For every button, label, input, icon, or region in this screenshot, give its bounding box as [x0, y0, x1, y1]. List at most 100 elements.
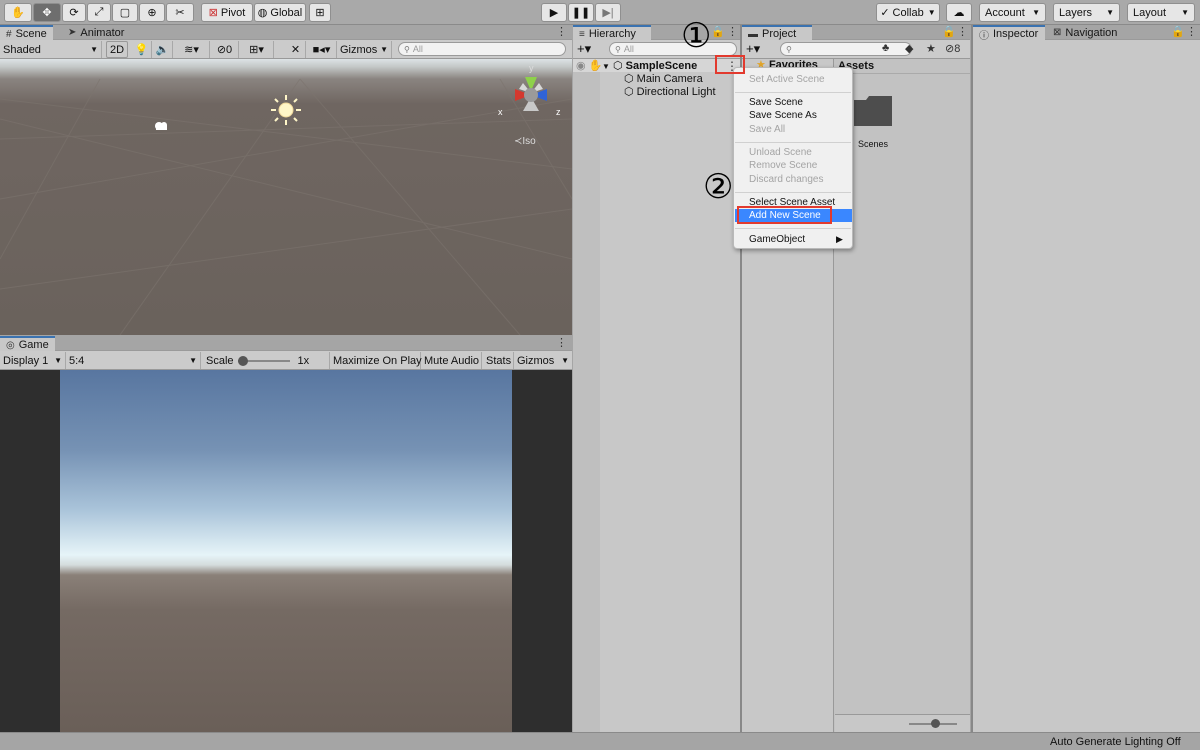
- filter-type-icon[interactable]: ♣: [882, 42, 889, 54]
- mute-audio-toggle[interactable]: Mute Audio: [421, 352, 482, 369]
- grid-toggle-icon[interactable]: ⊞▾: [240, 41, 274, 58]
- aspect-dropdown[interactable]: 5:4 ▼: [66, 352, 201, 369]
- audio-icon[interactable]: 🔈: [153, 41, 173, 58]
- tab-hierarchy[interactable]: ≡ Hierarchy: [573, 25, 651, 41]
- hierarchy-item-directional-light[interactable]: ⬡ Directional Light: [624, 85, 716, 98]
- stats-toggle[interactable]: Stats: [483, 352, 514, 369]
- scale-slider-track[interactable]: [237, 355, 290, 366]
- globe-icon: ◍: [257, 7, 268, 19]
- lighting-icon[interactable]: 💡: [132, 41, 152, 58]
- cloud-button[interactable]: ☁: [946, 3, 972, 22]
- menu-item-gameobject[interactable]: GameObject: [749, 234, 805, 245]
- navigation-icon: ⊠: [1053, 27, 1062, 38]
- game-gizmos-dropdown[interactable]: Gizmos ▼: [514, 352, 572, 369]
- scenes-folder[interactable]: [852, 94, 894, 128]
- account-dropdown[interactable]: Account ▼: [979, 3, 1046, 22]
- display-dropdown[interactable]: Display 1 ▼: [0, 352, 66, 369]
- check-icon: ✓: [880, 7, 890, 19]
- game-viewport[interactable]: [0, 370, 572, 732]
- more-options-icon[interactable]: ⋮: [957, 25, 968, 38]
- global-button[interactable]: ◍ Global: [254, 3, 306, 22]
- search-icon: ⚲: [404, 44, 410, 54]
- status-message: Auto Generate Lighting Off: [1050, 736, 1181, 748]
- play-button[interactable]: ▶: [541, 3, 567, 22]
- collab-button[interactable]: ✓ Collab ▼: [876, 3, 940, 22]
- menu-item-save-all[interactable]: Save All: [749, 124, 785, 135]
- annotation-step-2: ②: [703, 167, 734, 207]
- project-search-input[interactable]: ⚲: [780, 42, 912, 56]
- tab-navigation[interactable]: ⊠ Navigation: [1047, 25, 1123, 40]
- info-icon: ⓘ: [979, 30, 989, 42]
- hierarchy-item-main-camera[interactable]: ⬡ Main Camera: [624, 72, 703, 85]
- tab-scene[interactable]: # Scene: [0, 25, 53, 41]
- tab-project[interactable]: ▬ Project: [742, 25, 812, 41]
- scale-tool-icon[interactable]: ⤢: [87, 3, 111, 22]
- maximize-on-play-toggle[interactable]: Maximize On Play: [330, 352, 422, 369]
- filter-label-icon[interactable]: ◆: [905, 42, 913, 55]
- cloud-icon: ☁: [953, 7, 965, 19]
- transform-tool-icon[interactable]: ⊕: [139, 3, 165, 22]
- tab-animator[interactable]: ➤ Animator: [62, 25, 130, 40]
- add-icon[interactable]: +▾: [746, 41, 760, 57]
- scene-viewport[interactable]: y x z ≺Iso: [0, 59, 572, 335]
- more-options-icon[interactable]: ⋮: [1186, 25, 1197, 38]
- game-tab-bar: ◎ Game ⋮: [0, 336, 572, 352]
- 2d-toggle[interactable]: 2D: [106, 41, 128, 58]
- global-label: Global: [270, 6, 303, 19]
- rotate-tool-icon[interactable]: ⟳: [62, 3, 86, 22]
- scene-visibility-toggle[interactable]: ⊘ 0: [211, 41, 239, 58]
- scene-search-input[interactable]: ⚲ All: [398, 42, 566, 56]
- camera-icon[interactable]: ■◂▾: [307, 41, 337, 58]
- layout-dropdown[interactable]: Layout ▼: [1127, 3, 1195, 22]
- submenu-arrow-icon: ▶: [836, 234, 843, 244]
- gizmos-dropdown[interactable]: Gizmos ▼: [337, 41, 392, 58]
- effects-icon[interactable]: ≋▾: [174, 41, 210, 58]
- scale-slider[interactable]: Scale 1x: [203, 352, 330, 369]
- more-options-icon[interactable]: ⋮: [556, 25, 567, 38]
- menu-item-save-scene-as[interactable]: Save Scene As: [749, 110, 817, 121]
- lock-icon[interactable]: 🔒: [942, 25, 956, 38]
- favorite-icon[interactable]: ★: [926, 42, 936, 55]
- zoom-slider-handle[interactable]: [931, 719, 940, 728]
- step-button[interactable]: ▶|: [595, 3, 621, 22]
- scene-row-content: ▼ ⬡ SampleScene: [602, 59, 697, 72]
- tab-game[interactable]: ◎ Game: [0, 336, 55, 352]
- menu-item-discard-changes[interactable]: Discard changes: [749, 174, 823, 185]
- shading-mode-dropdown[interactable]: Shaded ▼: [0, 41, 102, 58]
- layers-dropdown[interactable]: Layers ▼: [1053, 3, 1120, 22]
- layers-label: Layers: [1059, 6, 1093, 19]
- menu-item-unload-scene[interactable]: Unload Scene: [749, 147, 812, 158]
- lock-icon[interactable]: 🔒: [1171, 25, 1185, 38]
- expand-arrow-icon[interactable]: ▼: [602, 62, 610, 71]
- more-options-icon[interactable]: ⋮: [727, 25, 738, 38]
- eye-icon[interactable]: ◉ ✋: [576, 59, 602, 72]
- camera-gizmo-icon[interactable]: [152, 119, 172, 133]
- lock-icon[interactable]: 🔒: [711, 25, 725, 38]
- custom-tool-icon[interactable]: ✂: [166, 3, 194, 22]
- more-options-icon[interactable]: ⋮: [556, 336, 567, 349]
- menu-item-set-active-scene[interactable]: Set Active Scene: [749, 74, 825, 85]
- hidden-packages-toggle[interactable]: ⊘8: [945, 42, 960, 55]
- scene-tab-bar: # Scene ➤ Animator ⋮: [0, 25, 572, 41]
- main-toolbar: ✋ ✥ ⟳ ⤢ ▢ ⊕ ✂ ⊠ Pivot ◍ Global ⊞ ▶ ❚❚ ▶| ✓…: [0, 0, 1200, 25]
- menu-item-remove-scene[interactable]: Remove Scene: [749, 160, 817, 171]
- play-icon: ▶: [549, 7, 559, 19]
- status-bar: Auto Generate Lighting Off: [0, 732, 1200, 750]
- projection-toggle[interactable]: ≺Iso: [514, 136, 536, 147]
- pause-button[interactable]: ❚❚: [568, 3, 594, 22]
- tab-inspector[interactable]: ⓘ Inspector: [973, 25, 1045, 42]
- add-icon[interactable]: +▾: [577, 41, 591, 57]
- pivot-label: Pivot: [220, 6, 246, 19]
- rect-tool-icon[interactable]: ▢: [112, 3, 138, 22]
- grid-snap-icon[interactable]: ⊞: [309, 3, 331, 22]
- move-tool-icon[interactable]: ✥: [33, 3, 61, 22]
- tools-icon[interactable]: ✕: [286, 41, 306, 58]
- sun-light-icon[interactable]: [270, 94, 302, 126]
- hand-tool-icon[interactable]: ✋: [4, 3, 32, 22]
- hierarchy-search-input[interactable]: ⚲ All: [609, 42, 737, 56]
- search-icon: ⚲: [786, 44, 792, 54]
- menu-separator: [735, 192, 851, 193]
- chevron-down-icon: ▼: [54, 356, 62, 365]
- menu-item-save-scene[interactable]: Save Scene: [749, 97, 803, 108]
- pivot-button[interactable]: ⊠ Pivot: [201, 3, 253, 22]
